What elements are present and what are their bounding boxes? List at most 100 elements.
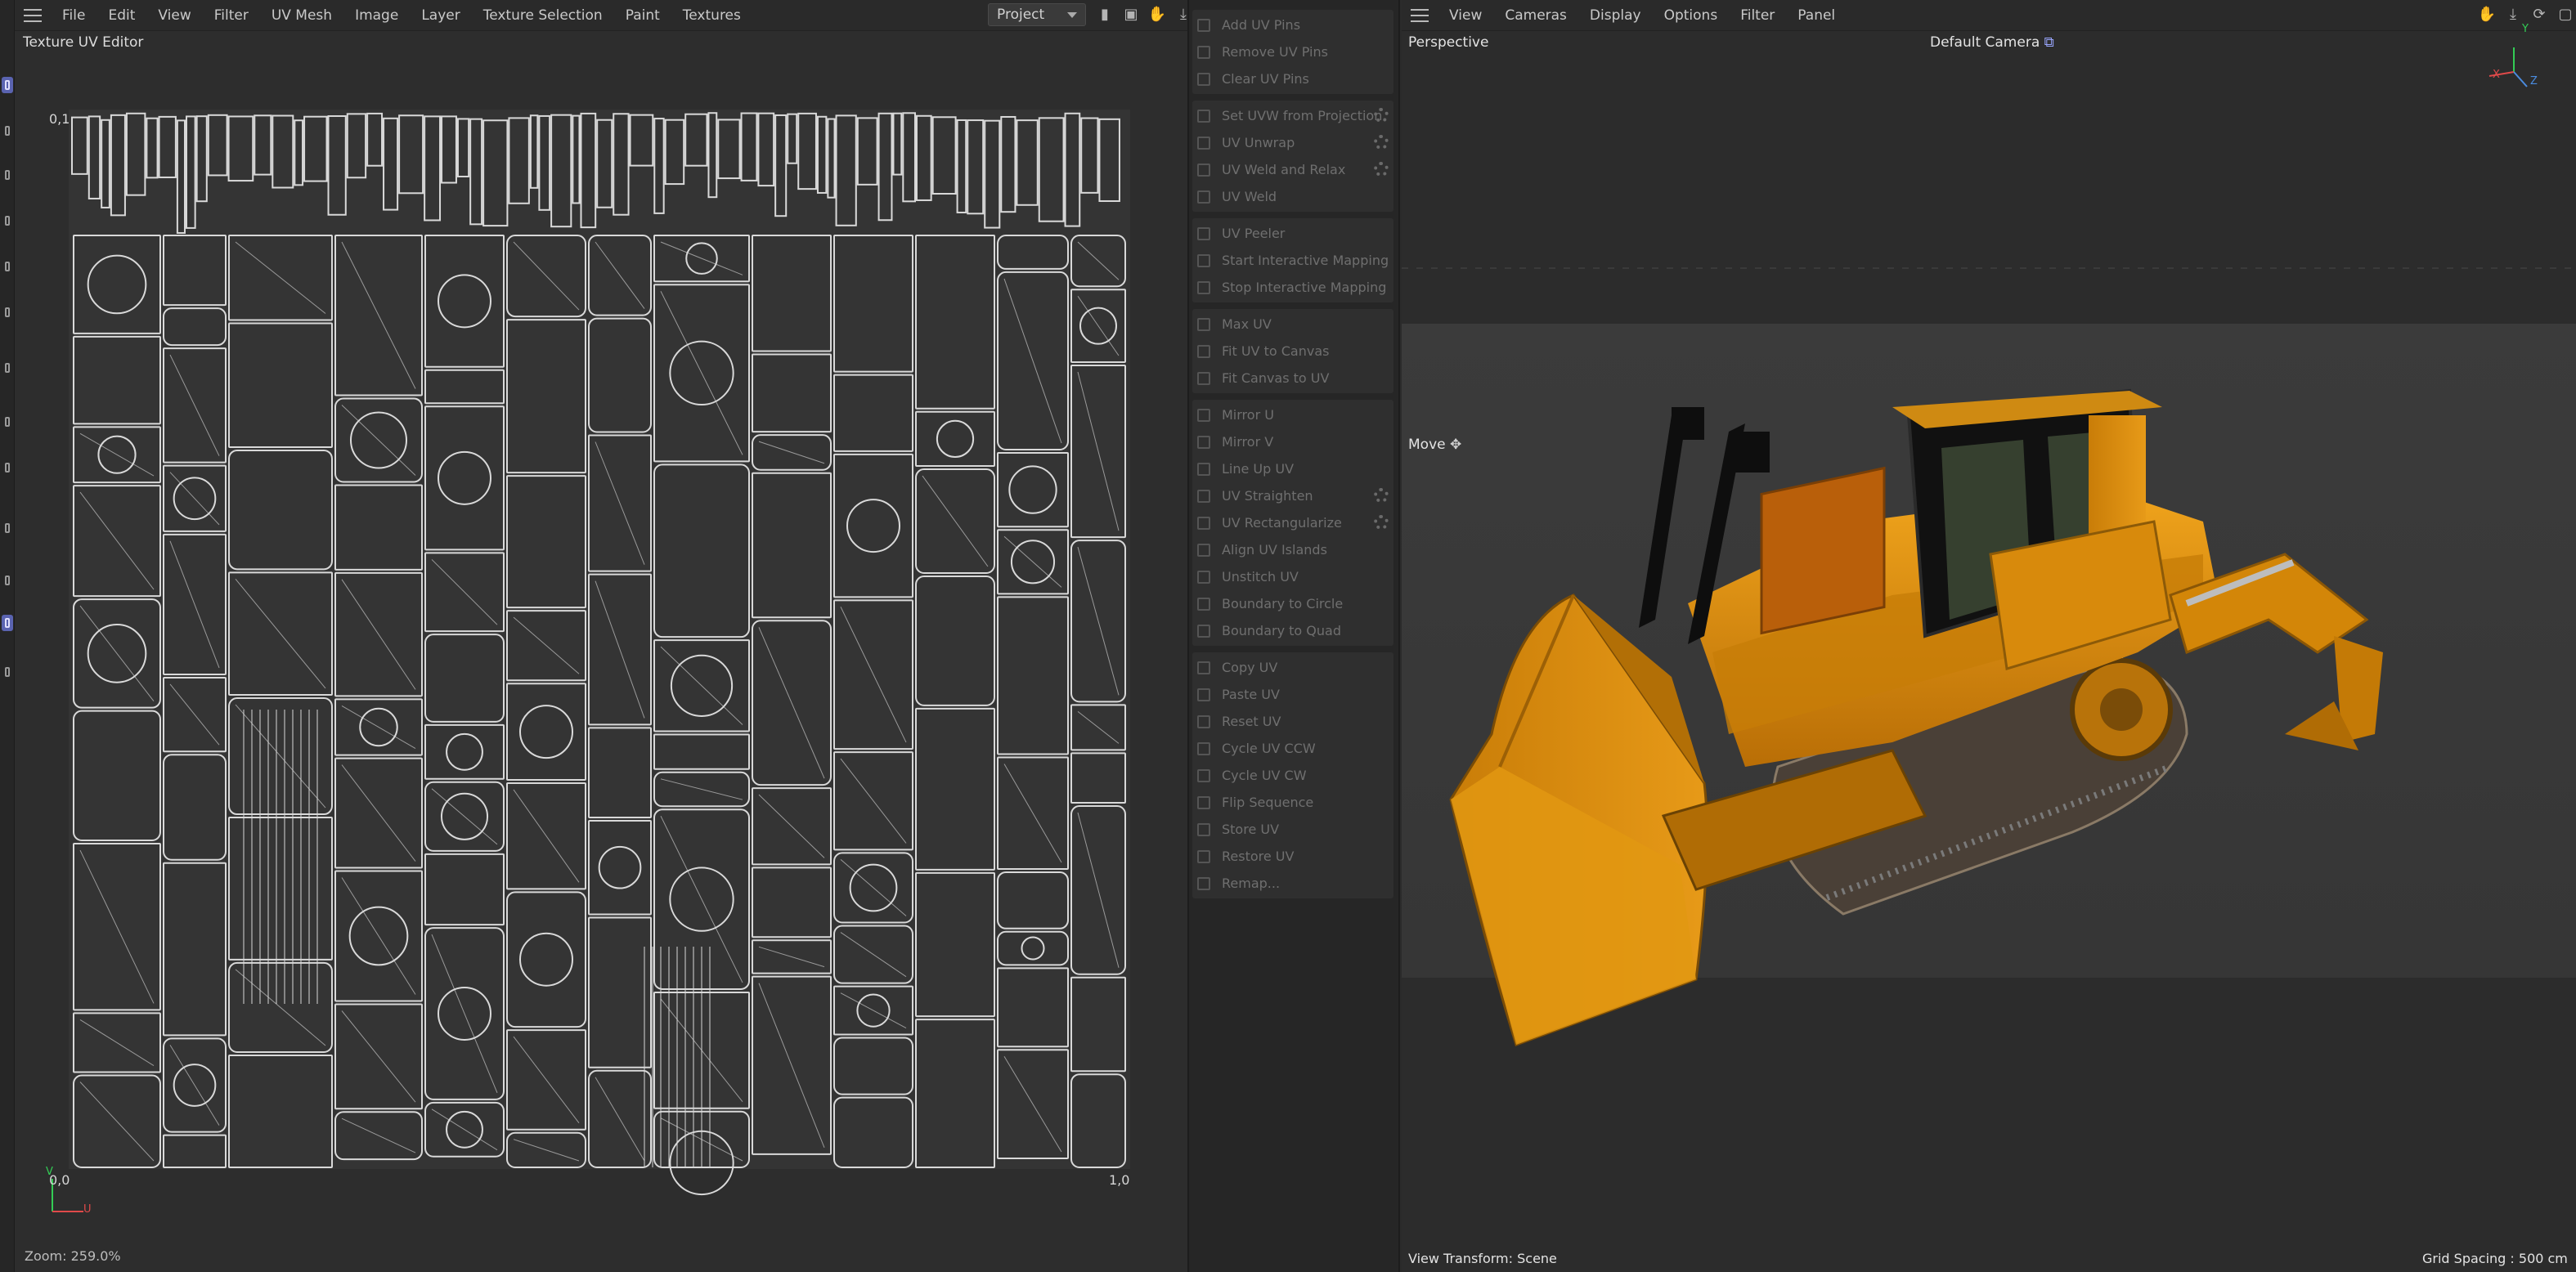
- vp-menu-panel[interactable]: Panel: [1786, 7, 1847, 24]
- model-mode-button[interactable]: [2, 213, 13, 229]
- solo-button[interactable]: [2, 414, 13, 430]
- command-unstitch-uv[interactable]: Unstitch UV: [1192, 563, 1393, 590]
- command-uv-weld[interactable]: UV Weld: [1192, 183, 1393, 210]
- 3d-view[interactable]: [1402, 31, 2576, 1272]
- command-cycle-uv-cw[interactable]: Cycle UV CW: [1192, 762, 1393, 789]
- vp-menu-view[interactable]: View: [1438, 7, 1493, 24]
- command-label: UV Weld: [1222, 189, 1277, 204]
- uv-transform-button[interactable]: [2, 615, 13, 631]
- max-uv-icon: [1197, 317, 1210, 331]
- fit-uv-to-canvas-icon: [1197, 344, 1210, 358]
- command-fit-uv-to-canvas[interactable]: Fit UV to Canvas: [1192, 338, 1393, 365]
- camera-label: Default Camera: [1930, 34, 2040, 51]
- command-label: Clear UV Pins: [1222, 71, 1309, 87]
- axis-button[interactable]: [2, 459, 13, 476]
- command-store-uv[interactable]: Store UV: [1192, 816, 1393, 843]
- command-label: Start Interactive Mapping: [1222, 253, 1389, 268]
- uv-panel-menu-button[interactable]: [15, 0, 51, 31]
- gear-icon[interactable]: [1374, 515, 1389, 530]
- command-restore-uv[interactable]: Restore UV: [1192, 843, 1393, 870]
- workplane-mode-button[interactable]: [2, 304, 13, 320]
- command-clear-uv-pins[interactable]: Clear UV Pins: [1192, 65, 1393, 92]
- uv-polygons-icon: [5, 170, 10, 180]
- command-mirror-v[interactable]: Mirror V: [1192, 428, 1393, 455]
- menu-layer[interactable]: Layer: [410, 7, 471, 24]
- histogram-icon[interactable]: ▮: [1096, 5, 1114, 23]
- command-start-interactive-mapping[interactable]: Start Interactive Mapping: [1192, 247, 1393, 274]
- menu-paint[interactable]: Paint: [614, 7, 671, 24]
- command-label: Fit Canvas to UV: [1222, 370, 1330, 386]
- command-reset-uv[interactable]: Reset UV: [1192, 708, 1393, 735]
- command-label: Restore UV: [1222, 849, 1295, 864]
- gear-icon[interactable]: [1374, 108, 1389, 123]
- workplane-icon: [5, 307, 10, 317]
- uv-edges-mode-button[interactable]: [2, 123, 13, 139]
- command-label: Remove UV Pins: [1222, 44, 1328, 60]
- gear-icon[interactable]: [1374, 135, 1389, 150]
- axis-icon: [5, 463, 10, 473]
- menu-file[interactable]: File: [51, 7, 96, 24]
- hand-pan-icon[interactable]: ✋: [1148, 5, 1166, 23]
- camera-name[interactable]: Default Camera ⧉: [1930, 34, 2054, 51]
- uv-weld-and-relax-icon: [1197, 163, 1210, 177]
- viewport-menu-button[interactable]: [1402, 0, 1438, 31]
- vp-menu-filter[interactable]: Filter: [1729, 7, 1786, 24]
- paint-tool-button[interactable]: [2, 520, 13, 536]
- menu-texture-selection[interactable]: Texture Selection: [472, 7, 614, 24]
- vp-menu-cameras[interactable]: Cameras: [1493, 7, 1578, 24]
- command-max-uv[interactable]: Max UV: [1192, 311, 1393, 338]
- command-cycle-uv-ccw[interactable]: Cycle UV CCW: [1192, 735, 1393, 762]
- vp-menu-display[interactable]: Display: [1578, 7, 1653, 24]
- command-label: UV Rectangularize: [1222, 515, 1342, 531]
- menu-textures[interactable]: Textures: [671, 7, 752, 24]
- command-paste-uv[interactable]: Paste UV: [1192, 681, 1393, 708]
- menu-uv-mesh[interactable]: UV Mesh: [260, 7, 343, 24]
- command-remove-uv-pins[interactable]: Remove UV Pins: [1192, 38, 1393, 65]
- command-uv-unwrap[interactable]: UV Unwrap: [1192, 129, 1393, 156]
- uv-weld-icon: [1197, 190, 1210, 204]
- command-copy-uv[interactable]: Copy UV: [1192, 654, 1393, 681]
- command-flip-sequence[interactable]: Flip Sequence: [1192, 789, 1393, 816]
- lock-icon[interactable]: ▣: [1122, 5, 1140, 23]
- command-label: Cycle UV CW: [1222, 768, 1307, 783]
- rotate-view-icon[interactable]: ⟳: [2530, 5, 2548, 23]
- menu-filter[interactable]: Filter: [203, 7, 260, 24]
- snap-button[interactable]: [2, 360, 13, 376]
- command-boundary-to-circle[interactable]: Boundary to Circle: [1192, 590, 1393, 617]
- command-set-uvw-from-projection[interactable]: Set UVW from Projection: [1192, 102, 1393, 129]
- active-tool: Move ✥: [1408, 437, 1461, 453]
- command-group: Max UV Fit UV to Canvas Fit Canvas to UV: [1192, 309, 1393, 393]
- menu-view[interactable]: View: [146, 7, 202, 24]
- hand-pan-icon[interactable]: ✋: [2478, 5, 2496, 23]
- command-uv-weld-and-relax[interactable]: UV Weld and Relax: [1192, 156, 1393, 183]
- maximize-view-icon[interactable]: ▢: [2556, 5, 2574, 23]
- command-mirror-u[interactable]: Mirror U: [1192, 401, 1393, 428]
- command-fit-canvas-to-uv[interactable]: Fit Canvas to UV: [1192, 365, 1393, 392]
- command-stop-interactive-mapping[interactable]: Stop Interactive Mapping: [1192, 274, 1393, 301]
- command-uv-straighten[interactable]: UV Straighten: [1192, 482, 1393, 509]
- project-select[interactable]: Project: [988, 3, 1086, 26]
- command-boundary-to-quad[interactable]: Boundary to Quad: [1192, 617, 1393, 644]
- move-view-icon[interactable]: ⤓: [2504, 5, 2522, 23]
- gear-icon[interactable]: [1374, 488, 1389, 503]
- command-uv-peeler[interactable]: UV Peeler: [1192, 220, 1393, 247]
- command-uv-rectangularize[interactable]: UV Rectangularize: [1192, 509, 1393, 536]
- command-align-uv-islands[interactable]: Align UV Islands: [1192, 536, 1393, 563]
- uv-canvas[interactable]: [15, 31, 1187, 1239]
- uv-polygons-mode-button[interactable]: [2, 167, 13, 183]
- command-add-uv-pins[interactable]: Add UV Pins: [1192, 11, 1393, 38]
- command-remap[interactable]: Remap...: [1192, 870, 1393, 897]
- menu-image[interactable]: Image: [343, 7, 410, 24]
- paste-uv-icon: [1197, 688, 1210, 701]
- command-line-up-uv[interactable]: Line Up UV: [1192, 455, 1393, 482]
- brush-tool-button[interactable]: [2, 664, 13, 680]
- uv-points-icon: [5, 80, 10, 90]
- command-label: Line Up UV: [1222, 461, 1295, 477]
- eraser-tool-button[interactable]: [2, 572, 13, 589]
- uv-points-mode-button[interactable]: [2, 77, 13, 93]
- vp-menu-options[interactable]: Options: [1653, 7, 1730, 24]
- command-label: Mirror U: [1222, 407, 1274, 423]
- texture-mode-button[interactable]: [2, 258, 13, 275]
- gear-icon[interactable]: [1374, 162, 1389, 177]
- menu-edit[interactable]: Edit: [96, 7, 146, 24]
